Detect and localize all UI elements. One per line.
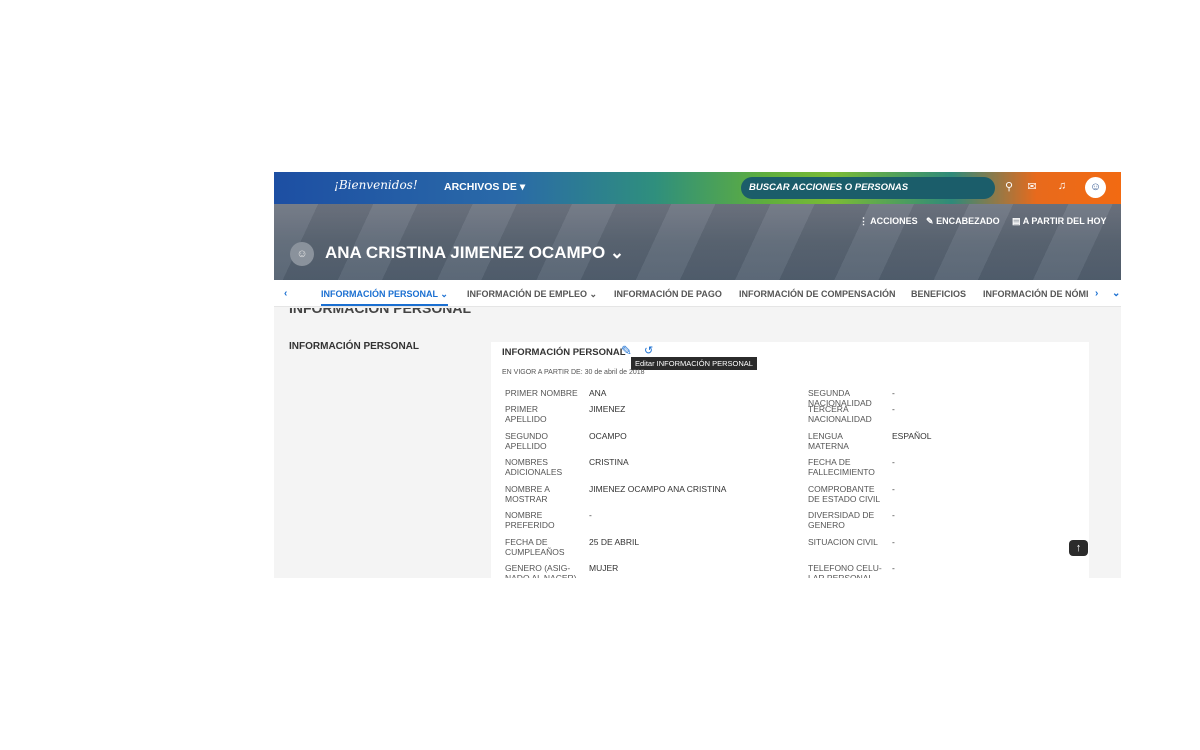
a-partir-button[interactable]: ▤ A PARTIR DEL HOY <box>1012 216 1107 227</box>
bell-icon[interactable]: ♫ <box>1054 180 1070 192</box>
card-title: INFORMACIÓN PERSONAL <box>502 347 626 358</box>
field-label: NOMBRE A MOSTRAR <box>505 484 550 504</box>
field-value: MUJER <box>589 563 619 573</box>
field-label: SITUACION CIVIL <box>808 537 878 547</box>
logo: ¡Bienvenidos! <box>334 178 418 192</box>
tab-informacion-compensacion[interactable]: INFORMACIÓN DE COMPENSACIÓN <box>739 289 896 299</box>
field-label: LENGUA MATERNA <box>808 431 849 451</box>
archivos-menu[interactable]: ARCHIVOS DE ▾ <box>444 181 525 193</box>
field-value: ESPAÑOL <box>892 431 932 441</box>
field-value: - <box>892 510 895 520</box>
field-value: CRISTINA <box>589 457 629 467</box>
tab-scroll-right[interactable]: › <box>1095 288 1098 299</box>
search-input[interactable]: BUSCAR ACCIONES O PERSONAS <box>741 177 995 199</box>
field-value: - <box>892 563 895 573</box>
calendar-icon: ▤ <box>1012 216 1021 226</box>
tab-beneficios[interactable]: BENEFICIOS <box>911 289 966 299</box>
section-title: INFORMACIÓN PERSONAL <box>289 308 471 316</box>
user-icon: ☺ <box>1089 181 1102 193</box>
scroll-to-top-button[interactable]: ↑ <box>1069 540 1088 556</box>
acciones-button[interactable]: ⋮ ACCIONES <box>859 216 918 227</box>
tab-informacion-personal[interactable]: INFORMACIÓN PERSONAL ⌄ <box>321 289 448 306</box>
field-value: OCAMPO <box>589 431 627 441</box>
field-value: - <box>892 388 895 398</box>
field-value: 25 DE ABRIL <box>589 537 640 547</box>
field-label: SEGUNDO APELLIDO <box>505 431 548 451</box>
search-icon[interactable]: ⚲ <box>1001 180 1017 193</box>
field-label: NOMBRE PREFERIDO <box>505 510 555 530</box>
edit-tooltip: Editar INFORMACIÓN PERSONAL <box>631 357 757 370</box>
field-value: ANA <box>589 388 607 398</box>
field-label: FECHA DE FALLECIMIENTO <box>808 457 875 477</box>
tab-informacion-empleo[interactable]: INFORMACIÓN DE EMPLEO ⌄ <box>467 289 597 300</box>
field-label: TERCERA NACIONALIDAD <box>808 404 872 424</box>
history-icon[interactable]: ↺ <box>644 344 653 357</box>
side-label: INFORMACIÓN PERSONAL <box>289 341 419 352</box>
person-avatar: ☺ <box>290 242 314 266</box>
effective-date: EN VIGOR A PARTIR DE: 30 de abril de 201… <box>502 369 645 376</box>
section-title-wrap: INFORMACIÓN PERSONAL <box>274 308 1121 316</box>
field-value: - <box>892 457 895 467</box>
tab-informacion-pago[interactable]: INFORMACIÓN DE PAGO <box>614 289 722 299</box>
field-value: - <box>892 537 895 547</box>
field-label: NOMBRES ADICIONALES <box>505 457 563 477</box>
pencil-icon: ✎ <box>926 216 934 226</box>
field-label: TELEFONO CELU- LAR PERSONAL <box>808 563 882 578</box>
field-label: PRIMER NOMBRE <box>505 388 578 398</box>
field-value: - <box>589 510 592 520</box>
profile-header: ⋮ ACCIONES ✎ ENCABEZADO ▤ A PARTIR DEL H… <box>274 204 1121 280</box>
person-name[interactable]: ANA CRISTINA JIMENEZ OCAMPO ⌄ <box>325 243 624 263</box>
field-label: DIVERSIDAD DE GENERO <box>808 510 875 530</box>
field-label: COMPROBANTE DE ESTADO CIVIL <box>808 484 881 504</box>
user-avatar[interactable]: ☺ <box>1085 177 1106 198</box>
top-bar: ¡Bienvenidos! ARCHIVOS DE ▾ BUSCAR ACCIO… <box>274 172 1121 204</box>
field-label: PRIMER APELLIDO <box>505 404 547 424</box>
tab-bar: ‹ INFORMACIÓN PERSONAL ⌄ INFORMACIÓN DE … <box>274 280 1121 307</box>
personal-info-card: INFORMACIÓN PERSONAL ✎ ↺ Editar INFORMAC… <box>491 342 1089 578</box>
tab-more-icon[interactable]: ⌄ <box>1112 288 1120 299</box>
tab-informacion-nomina[interactable]: INFORMACIÓN DE NÓMI <box>983 289 1089 299</box>
tab-scroll-left[interactable]: ‹ <box>284 288 287 299</box>
field-value: JIMENEZ <box>589 404 626 414</box>
field-value: - <box>892 404 895 414</box>
field-label: FECHA DE CUMPLEAÑOS <box>505 537 565 557</box>
field-label: GENERO (ASIG- NADO AL NACER) <box>505 563 577 578</box>
field-value: - <box>892 484 895 494</box>
encabezado-button[interactable]: ✎ ENCABEZADO <box>926 216 1000 227</box>
field-value: JIMENEZ OCAMPO ANA CRISTINA <box>589 484 727 494</box>
app-window: ¡Bienvenidos! ARCHIVOS DE ▾ BUSCAR ACCIO… <box>274 172 1121 578</box>
chat-icon[interactable]: ✉ <box>1024 180 1040 193</box>
